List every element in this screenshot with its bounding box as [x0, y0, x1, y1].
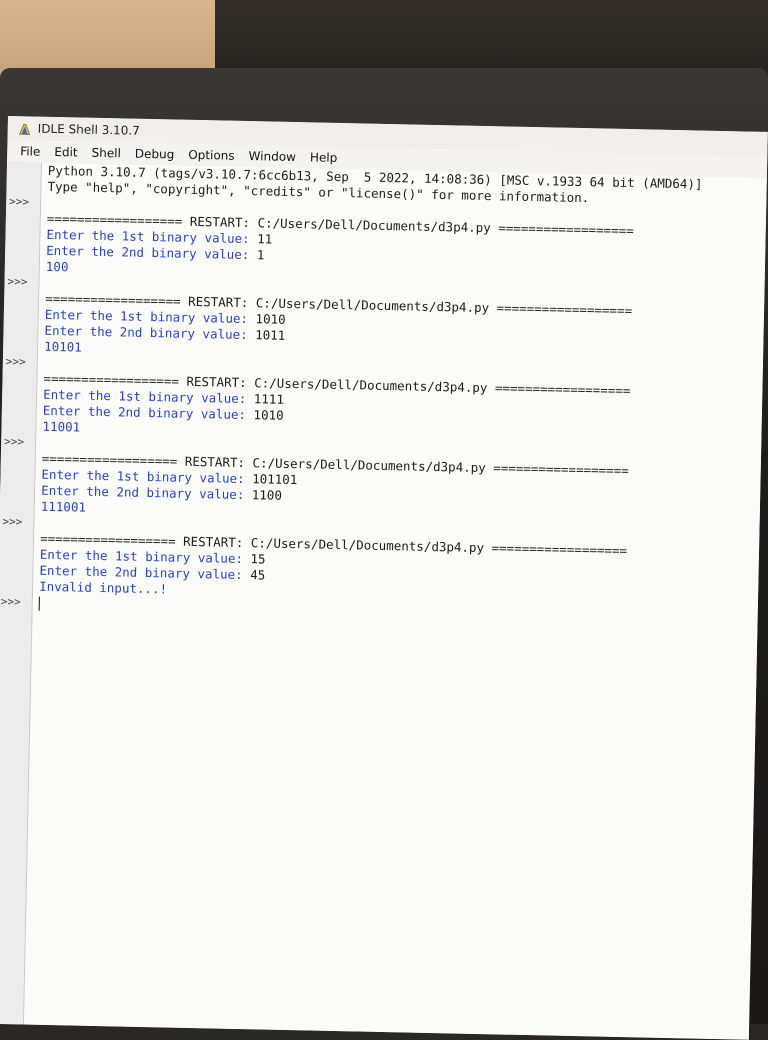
window-title: IDLE Shell 3.10.7: [37, 121, 140, 138]
menu-help[interactable]: Help: [303, 150, 345, 165]
menu-debug[interactable]: Debug: [128, 147, 182, 162]
python-idle-icon: [18, 121, 32, 135]
menu-edit[interactable]: Edit: [47, 145, 85, 160]
user-input-value: 1100: [251, 487, 283, 503]
menu-shell[interactable]: Shell: [84, 146, 128, 161]
menu-window[interactable]: Window: [241, 149, 303, 164]
menu-file[interactable]: File: [13, 144, 47, 159]
user-input-value: 1011: [255, 327, 286, 343]
user-input-value: 45: [250, 567, 266, 583]
user-input-value: 1010: [253, 407, 284, 423]
user-input-value: 1010: [255, 311, 286, 327]
menu-options[interactable]: Options: [181, 148, 242, 163]
shell-prompt: >>>: [7, 275, 28, 289]
idle-shell-window: IDLE Shell 3.10.7 File Edit Shell Debug …: [0, 116, 768, 1040]
user-input-value: 1: [256, 247, 265, 263]
user-input-value: 1111: [253, 391, 285, 407]
shell-prompt: >>>: [9, 195, 30, 209]
text-cursor: [38, 596, 40, 611]
user-input-value: 11: [257, 231, 273, 247]
shell-prompt: >>>: [5, 355, 26, 369]
shell-prompt: >>>: [4, 434, 25, 449]
shell-prompt: >>>: [2, 514, 23, 529]
user-input-value: 101101: [252, 471, 298, 488]
shell-prompt: >>>: [0, 594, 21, 609]
shell-text-area[interactable]: Python 3.10.7 (tags/v3.10.7:6cc6b13, Sep…: [1, 162, 767, 1040]
user-input-value: 15: [250, 551, 266, 567]
shell-area: Python 3.10.7 (tags/v3.10.7:6cc6b13, Sep…: [0, 161, 767, 1040]
